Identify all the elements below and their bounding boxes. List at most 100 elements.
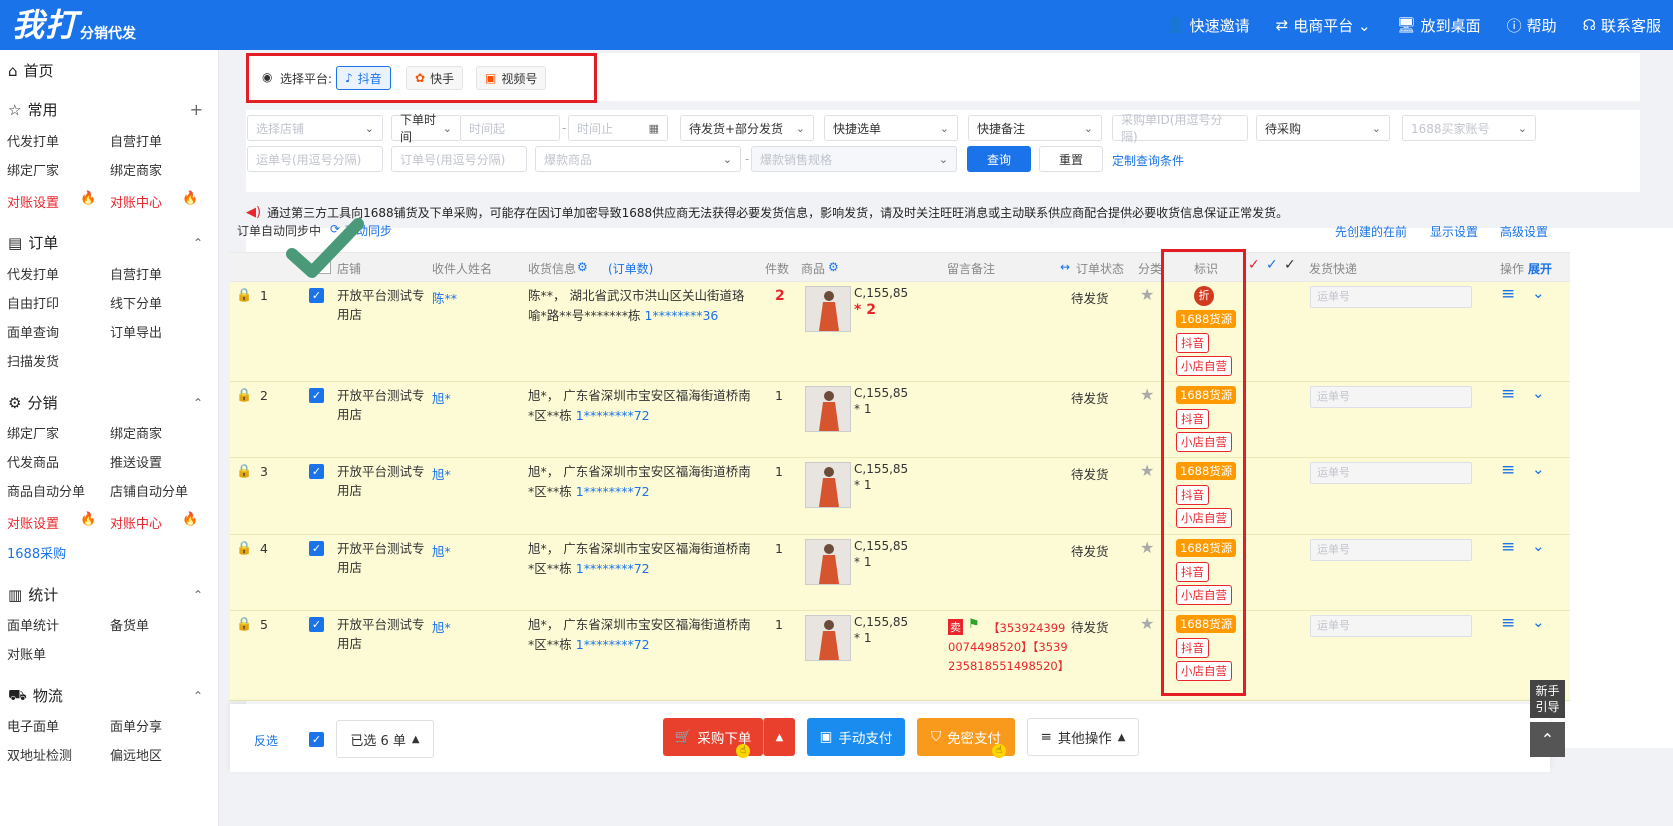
sidebar-dist[interactable]: ⚙ 分销 ⌃: [8, 392, 203, 413]
platform-menu[interactable]: ⇄ 电商平台 ⌄: [1276, 15, 1371, 36]
shop-select[interactable]: 选择店铺 ⌄: [247, 115, 383, 141]
sidebar-item[interactable]: 代发打单: [7, 264, 59, 283]
sidebar-item[interactable]: 商品自动分单: [7, 481, 85, 500]
sidebar-item[interactable]: 推送设置: [110, 452, 162, 471]
hot-spec-select[interactable]: 爆款销售规格 ⌄: [751, 146, 957, 172]
menu-icon[interactable]: ≡: [1501, 613, 1515, 633]
purchase-dropdown-button[interactable]: ▲: [763, 718, 795, 756]
waybill-input[interactable]: 运单号: [1310, 462, 1472, 484]
time-start-input[interactable]: 时间起: [460, 115, 560, 141]
phone[interactable]: 1********72: [576, 484, 650, 499]
product-thumbnail[interactable]: [805, 615, 851, 661]
platform-douyin[interactable]: ♪ 抖音: [336, 66, 391, 90]
other-ops-dropdown[interactable]: ≡ 其他操作 ▲: [1027, 718, 1139, 756]
lock-icon[interactable]: 🔒: [236, 617, 252, 632]
phone[interactable]: 1********72: [576, 408, 650, 423]
star-icon[interactable]: ★: [1140, 538, 1154, 557]
expand-chevron-icon[interactable]: ⌄: [1532, 537, 1545, 555]
back-to-top-button[interactable]: ⌃: [1530, 722, 1565, 757]
table-row[interactable]: 🔒 4 ✓ 开放平台测试专用店 旭* 旭*， 广东省深圳市宝安区福海街道桥南 *…: [230, 535, 1570, 611]
sidebar-item[interactable]: 绑定商家: [110, 160, 162, 179]
quick-note-select[interactable]: 快捷备注 ⌄: [968, 115, 1102, 141]
sidebar-item[interactable]: 绑定商家: [110, 423, 162, 442]
table-row[interactable]: 🔒 1 ✓ 开放平台测试专用店 陈** 陈**， 湖北省武汉市洪山区关山街道珞 …: [230, 282, 1570, 382]
sidebar-item[interactable]: 自由打印: [7, 293, 59, 312]
sidebar-item[interactable]: 双地址检测: [7, 745, 72, 764]
sidebar-item[interactable]: 自营打单: [110, 131, 162, 150]
product-thumbnail[interactable]: [805, 286, 851, 332]
selected-count-dropdown[interactable]: 已选 6 单 ▲: [336, 720, 434, 758]
table-row[interactable]: 🔒 2 ✓ 开放平台测试专用店 旭* 旭*， 广东省深圳市宝安区福海街道桥南 *…: [230, 382, 1570, 458]
sidebar-item[interactable]: 代发打单: [7, 131, 59, 150]
star-icon[interactable]: ★: [1140, 614, 1154, 633]
sort-create-link[interactable]: 先创建的在前: [1335, 223, 1407, 240]
star-icon[interactable]: ★: [1140, 461, 1154, 480]
expand-chevron-icon[interactable]: ⌄: [1532, 460, 1545, 478]
menu-icon[interactable]: ≡: [1501, 384, 1515, 404]
sidebar-item[interactable]: 偏远地区: [110, 745, 162, 764]
header-order-count[interactable]: (订单数): [608, 260, 653, 277]
query-button[interactable]: 查询: [967, 146, 1031, 172]
purchase-id-input[interactable]: 采购单ID(用逗号分隔): [1112, 113, 1248, 144]
receiver-name[interactable]: 旭*: [432, 617, 451, 636]
check-red-icon[interactable]: ✓: [1248, 257, 1260, 273]
sidebar-item[interactable]: 线下分单: [110, 293, 162, 312]
sidebar-stats[interactable]: ▥ 统计 ⌃: [8, 584, 203, 605]
manual-pay-button[interactable]: ▣ 手动支付: [807, 718, 905, 756]
display-settings-link[interactable]: 显示设置: [1430, 223, 1478, 240]
sidebar-item[interactable]: 1688采购: [7, 543, 66, 562]
sidebar-common[interactable]: ☆ 常用 +: [8, 99, 203, 120]
custom-query-link[interactable]: 定制查询条件: [1112, 152, 1184, 169]
time-end-input[interactable]: 时间止 ▦: [568, 115, 668, 141]
phone[interactable]: 1********72: [576, 561, 650, 576]
buyer-account-select[interactable]: 1688买家账号 ⌄: [1402, 115, 1536, 141]
table-row[interactable]: 🔒 5 ✓ 开放平台测试专用店 旭* 旭*， 广东省深圳市宝安区福海街道桥南 *…: [230, 611, 1570, 701]
help-button[interactable]: ⓘ 帮助: [1507, 15, 1557, 36]
sidebar-item[interactable]: 代发商品: [7, 452, 59, 471]
hot-goods-select[interactable]: 爆款商品 ⌄: [535, 146, 741, 172]
expand-chevron-icon[interactable]: ⌄: [1532, 384, 1545, 402]
check-black-icon[interactable]: ✓: [1284, 257, 1296, 273]
beginner-guide-button[interactable]: 新手引导: [1530, 680, 1565, 718]
phone[interactable]: 1********36: [645, 308, 719, 323]
status-select[interactable]: 待发货+部分发货 ⌄: [680, 115, 814, 141]
row-checkbox[interactable]: ✓: [309, 464, 324, 479]
product-thumbnail[interactable]: [805, 386, 851, 432]
lock-icon[interactable]: 🔒: [236, 388, 252, 403]
platform-kuaishou[interactable]: ✿ 快手: [406, 66, 464, 90]
expand-all-link[interactable]: 展开: [1528, 260, 1552, 277]
receiver-name[interactable]: 旭*: [432, 464, 451, 483]
sidebar-item[interactable]: 电子面单: [7, 716, 59, 735]
sidebar-item[interactable]: 对账单: [7, 644, 46, 663]
check-blue-icon[interactable]: ✓: [1266, 257, 1278, 273]
select-all-checkbox[interactable]: ✓: [309, 732, 324, 747]
sidebar-item[interactable]: 绑定厂家: [7, 423, 59, 442]
lock-icon[interactable]: 🔒: [236, 541, 252, 556]
row-checkbox[interactable]: ✓: [309, 388, 324, 403]
radio-icon[interactable]: ◉: [262, 70, 272, 84]
expand-chevron-icon[interactable]: ⌄: [1532, 613, 1545, 631]
sidebar-item[interactable]: 面单分享: [110, 716, 162, 735]
sidebar-item[interactable]: 扫描发货: [7, 351, 59, 370]
row-checkbox[interactable]: ✓: [309, 541, 324, 556]
support-button[interactable]: ☊ 联系客服: [1583, 15, 1661, 36]
waybill-input[interactable]: 运单号: [1310, 615, 1472, 637]
receiver-name[interactable]: 陈**: [432, 288, 457, 307]
sidebar-item[interactable]: 订单导出: [110, 322, 162, 341]
sidebar-item[interactable]: 绑定厂家: [7, 160, 59, 179]
star-icon[interactable]: ★: [1140, 285, 1154, 304]
settings-icon[interactable]: ⚙: [828, 260, 839, 274]
sidebar-item[interactable]: 面单查询: [7, 322, 59, 341]
phone[interactable]: 1********72: [576, 637, 650, 652]
receiver-name[interactable]: 旭*: [432, 388, 451, 407]
sidebar-item[interactable]: 店铺自动分单: [110, 481, 188, 500]
lock-icon[interactable]: 🔒: [236, 288, 252, 303]
row-checkbox[interactable]: ✓: [309, 617, 324, 632]
lock-icon[interactable]: 🔒: [236, 464, 252, 479]
advanced-settings-link[interactable]: 高级设置: [1500, 223, 1548, 240]
time-type-select[interactable]: 下单时间 ⌄: [391, 113, 461, 144]
add-icon[interactable]: +: [190, 100, 203, 119]
menu-icon[interactable]: ≡: [1501, 537, 1515, 557]
receiver-name[interactable]: 旭*: [432, 541, 451, 560]
waybill-input[interactable]: 运单号(用逗号分隔): [247, 146, 383, 172]
